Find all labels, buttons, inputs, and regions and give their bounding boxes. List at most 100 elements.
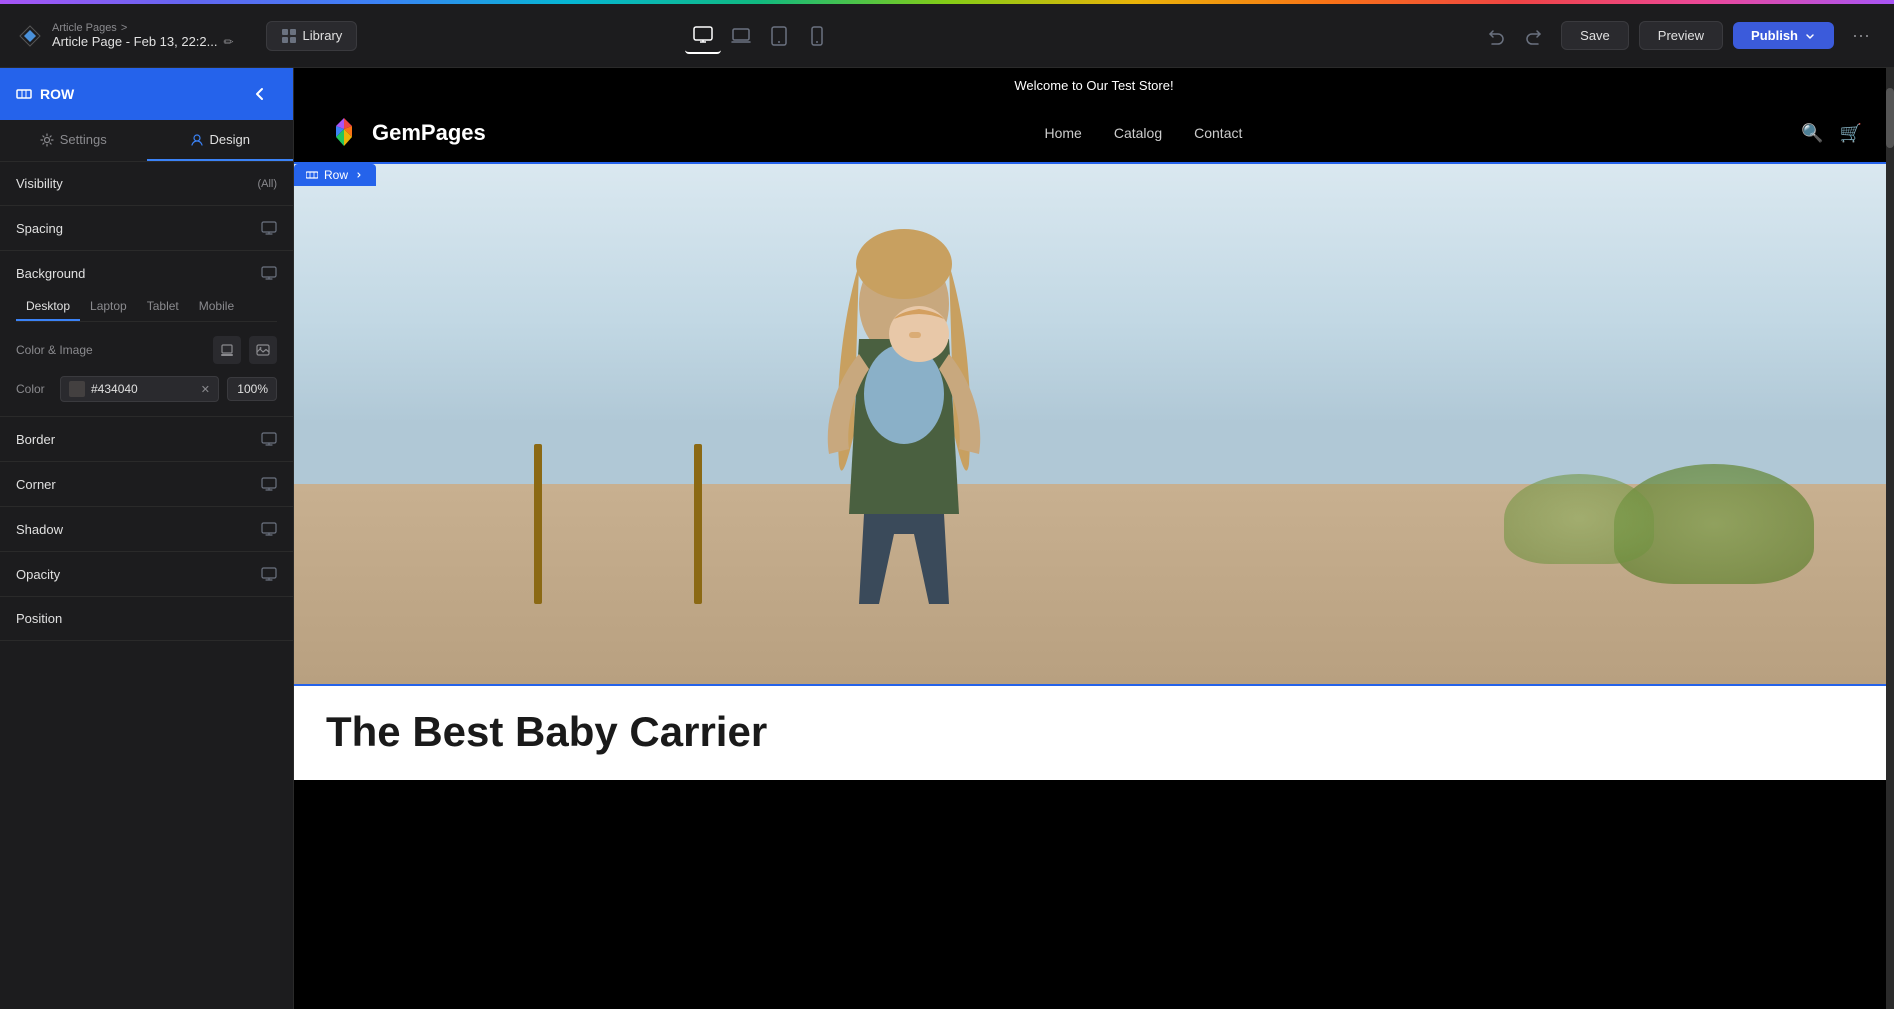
logo-area: Article Pages > Article Page - Feb 13, 2… [16,22,234,50]
undo-redo-group [1479,19,1551,53]
breadcrumb-area: Article Pages > Article Page - Feb 13, 2… [52,22,234,49]
article-title-section: The Best Baby Carrier [294,684,1894,780]
mobile-icon [807,26,827,46]
laptop-icon [731,26,751,46]
bg-tab-mobile[interactable]: Mobile [189,293,244,321]
border-section: Border [0,417,293,462]
publish-button[interactable]: Publish [1733,22,1834,49]
canvas-scrollbar[interactable] [1886,68,1894,1009]
color-clear-button[interactable]: ✕ [201,383,210,396]
row-arrow-icon [354,170,364,180]
color-bucket-icon [220,343,234,357]
cart-nav-icon[interactable]: 🛒 [1840,123,1862,144]
visibility-section-header[interactable]: Visibility (All) [16,176,277,191]
settings-icon [40,133,54,147]
device-desktop-button[interactable] [685,18,721,54]
edit-icon[interactable]: ✏ [223,35,233,49]
design-tab-label: Design [210,132,250,147]
row-badge[interactable]: Row [294,164,376,186]
corner-section-header[interactable]: Corner [16,476,277,492]
scrollbar-thumb [1886,88,1894,148]
article-title: The Best Baby Carrier [326,708,1862,756]
device-laptop-button[interactable] [723,18,759,54]
device-mobile-button[interactable] [799,18,835,54]
publish-label: Publish [1751,28,1798,43]
color-row: Color #434040 ✕ 100% [16,376,277,402]
search-nav-icon[interactable]: 🔍 [1801,123,1823,144]
spacing-title: Spacing [16,221,63,236]
visibility-section: Visibility (All) [0,162,293,206]
library-button[interactable]: Library [266,21,358,51]
breadcrumb-top: Article Pages > [52,22,234,34]
header-right: Save Preview Publish ··· [1479,19,1878,53]
panel-tabs: Settings Design [0,120,293,162]
nav-link-catalog[interactable]: Catalog [1114,125,1162,141]
breadcrumb-parent[interactable]: Article Pages [52,22,117,34]
opacity-section: Opacity [0,552,293,597]
canvas-row-wrapper: Row [294,164,1894,780]
store-nav-icons: 🔍 🛒 [1801,123,1862,144]
panel-title-area: ROW [16,86,74,102]
shadow-title: Shadow [16,522,63,537]
panel-header: ROW [0,68,293,120]
background-device-tabs: Desktop Laptop Tablet Mobile [16,293,277,322]
background-title: Background [16,266,85,281]
visibility-title: Visibility [16,176,63,191]
visibility-badge: (All) [257,178,277,190]
main-layout: ROW Settings Desi [0,68,1894,1009]
tab-settings[interactable]: Settings [0,120,147,161]
bg-tab-desktop[interactable]: Desktop [16,293,80,321]
redo-icon [1525,27,1543,45]
undo-button[interactable] [1479,19,1513,53]
nav-link-home[interactable]: Home [1045,125,1082,141]
breadcrumb-main: Article Page - Feb 13, 22:2... ✏ [52,34,234,49]
bg-tab-tablet[interactable]: Tablet [137,293,189,321]
page-title: Article Page - Feb 13, 22:2... [52,34,217,49]
breadcrumb-sep: > [121,22,127,34]
border-section-header[interactable]: Border [16,431,277,447]
position-section-header[interactable]: Position [16,611,277,626]
opacity-device-icon [261,566,277,582]
color-picker-button[interactable] [213,336,241,364]
opacity-title: Opacity [16,567,60,582]
bg-tab-laptop[interactable]: Laptop [80,293,137,321]
corner-title: Corner [16,477,56,492]
shadow-section-header[interactable]: Shadow [16,521,277,537]
hero-figure-svg [704,164,1164,684]
more-options-button[interactable]: ··· [1844,21,1878,50]
panel-back-button[interactable] [243,77,277,111]
store-banner: Welcome to Our Test Store! [294,68,1894,103]
device-tablet-button[interactable] [761,18,797,54]
tab-design[interactable]: Design [147,120,294,161]
undo-icon [1487,27,1505,45]
left-panel: ROW Settings Desi [0,68,294,1009]
opacity-section-header[interactable]: Opacity [16,566,277,582]
row-grid-small-icon [306,169,318,181]
row-badge-label: Row [324,168,348,182]
color-swatch [69,381,85,397]
hero-section [294,164,1894,684]
header-toolbar: Article Pages > Article Page - Feb 13, 2… [0,4,1894,68]
corner-section: Corner [0,462,293,507]
nav-link-contact[interactable]: Contact [1194,125,1242,141]
chevron-down-icon [1804,30,1816,42]
hero-image [294,164,1894,684]
preview-button[interactable]: Preview [1639,21,1723,50]
color-image-icons [213,336,277,364]
spacing-section-header[interactable]: Spacing [16,220,277,236]
opacity-input[interactable]: 100% [227,377,277,401]
library-label: Library [303,28,343,43]
redo-button[interactable] [1517,19,1551,53]
canvas-area: Welcome to Our Test Store! [294,68,1894,1009]
background-device-icon [261,265,277,281]
color-swatch-input[interactable]: #434040 ✕ [60,376,219,402]
save-button[interactable]: Save [1561,21,1629,50]
design-icon [190,133,204,147]
shrubs-right-2 [1504,474,1654,564]
store-nav-links: Home Catalog Contact [1045,125,1243,141]
fence-post-1 [534,444,542,604]
store-logo-text: GemPages [372,120,486,146]
image-upload-button[interactable] [249,336,277,364]
shadow-device-icon [261,521,277,537]
image-icon [256,343,270,357]
